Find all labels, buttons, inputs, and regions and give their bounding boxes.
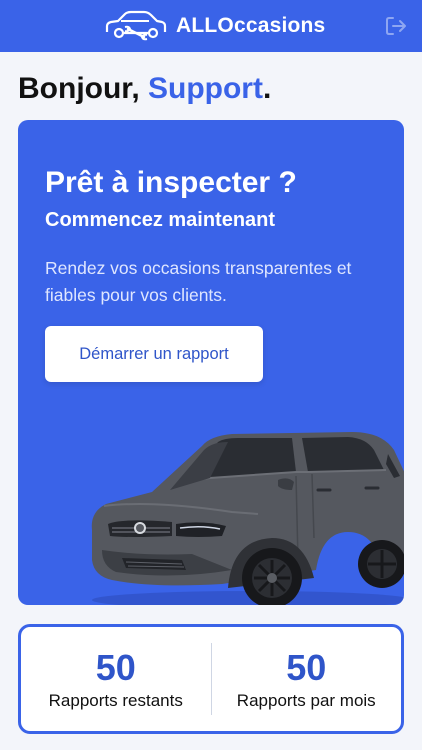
stat-value: 50 (95, 647, 136, 688)
stats-panel: 50 Rapports restants 50 Rapports par moi… (18, 624, 404, 734)
logout-button[interactable] (384, 14, 408, 38)
stat-label: Rapports restants (48, 691, 183, 710)
brand-name: ALLOccasions (176, 14, 326, 37)
greeting: Bonjour, Support. (18, 72, 271, 106)
inspection-hero-card: Prêt à inspecter ? Commencez maintenant … (18, 120, 404, 605)
hero-subtitle: Commencez maintenant (45, 209, 276, 231)
car-logo-icon (105, 10, 167, 41)
user-name: Support (148, 72, 263, 105)
logout-icon (386, 17, 406, 35)
stat-remaining-reports: 50 Rapports restants (21, 627, 211, 731)
greeting-prefix: Bonjour, (18, 72, 140, 105)
stat-value: 50 (286, 647, 327, 688)
hero-description: Rendez vos occasions transparentes et fi… (45, 258, 352, 305)
top-bar: ALLOccasions (0, 0, 422, 52)
greeting-suffix: . (262, 72, 272, 105)
brand: ALLOccasions (104, 9, 325, 43)
hero-title: Prêt à inspecter ? (45, 166, 297, 199)
suv-car-image (91, 432, 404, 605)
stat-label: Rapports par mois (236, 691, 376, 710)
stat-monthly-reports: 50 Rapports par mois (210, 643, 402, 715)
start-report-button[interactable]: Démarrer un rapport (45, 326, 263, 382)
